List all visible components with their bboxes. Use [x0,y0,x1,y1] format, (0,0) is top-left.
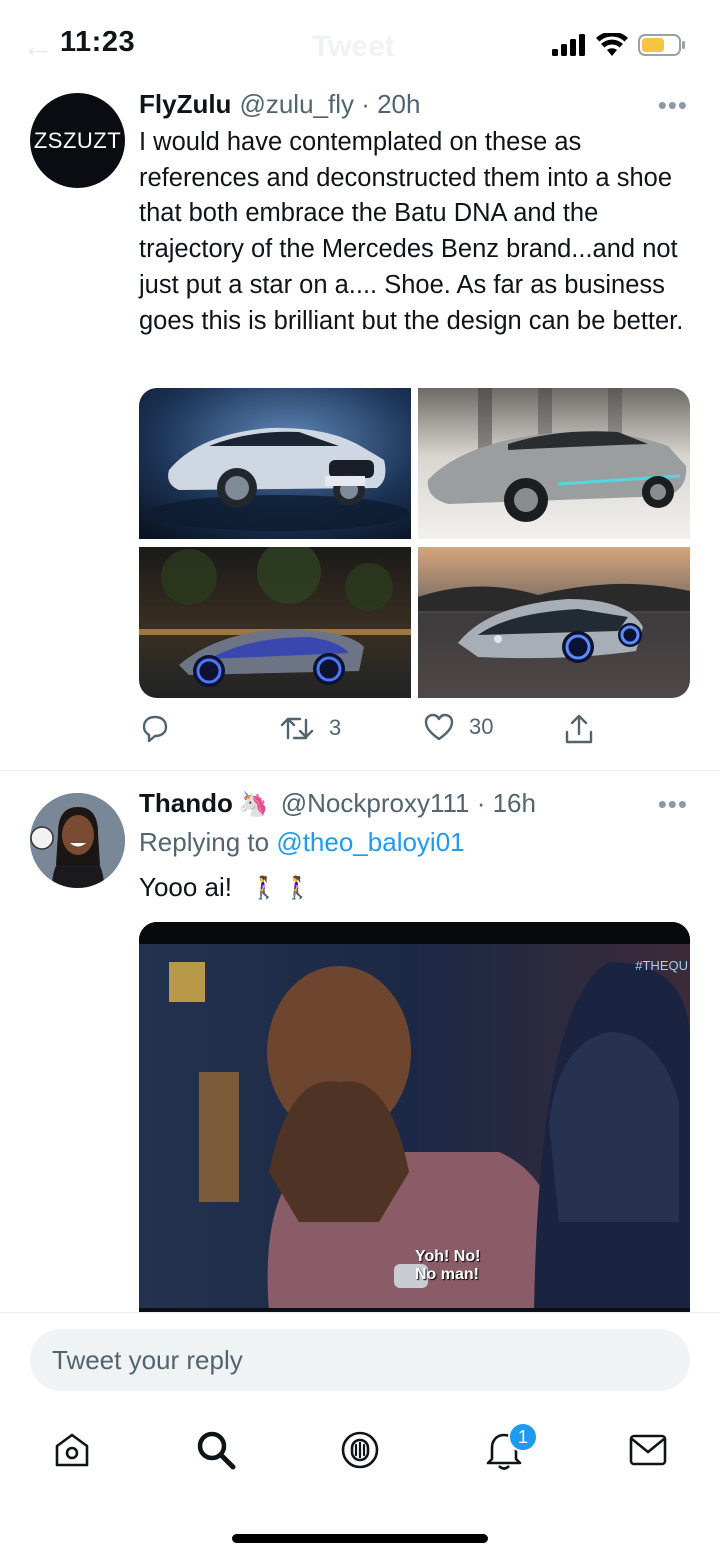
more-options-icon[interactable]: ••• [658,789,688,820]
tweet-image[interactable] [418,388,690,539]
car-photo-3 [139,547,411,698]
tweet[interactable]: ZSZUZT FlyZulu @zulu_fly · 20h ••• I wou… [0,0,720,770]
reply-input[interactable] [30,1329,690,1391]
search-icon [197,1431,236,1470]
envelope-icon [629,1434,667,1466]
more-options-icon[interactable]: ••• [658,90,688,121]
car-photo-2 [418,388,690,539]
notification-badge: 1 [508,1422,538,1452]
replying-to: Replying to @theo_baloyi01 [139,827,465,858]
tab-home[interactable] [50,1428,94,1472]
tab-search[interactable] [194,1428,238,1472]
retweet-button[interactable]: 3 [279,712,341,744]
video-hashtag: #THEQU [635,958,688,973]
tweet-image[interactable] [418,547,690,698]
tweet-text: I would have contemplated on these as re… [139,128,684,335]
tweet-header: Thando 🦄 @Nockproxy111 · 16h [139,788,536,822]
unicorn-emoji: 🦄 [238,791,269,818]
car-photo-1 [139,388,411,539]
avatar[interactable] [30,793,125,888]
tab-messages[interactable] [626,1428,670,1472]
tweet-header: FlyZulu @zulu_fly · 20h [139,89,420,123]
bottom-tab-bar: 1 [0,1408,720,1558]
home-indicator [232,1534,488,1543]
share-icon [565,714,593,744]
handle-time[interactable]: @zulu_fly · 20h [239,89,420,120]
retweet-icon [280,717,314,740]
replying-to-label: Replying to [139,827,270,857]
tweet-video[interactable]: #THEQU Yoh! No! No man! [139,922,690,1312]
replying-to-mention[interactable]: @theo_baloyi01 [276,827,464,857]
share-button[interactable] [563,712,595,746]
spaces-icon [341,1431,379,1469]
tweet-actions: 3 30 [139,712,609,748]
avatar[interactable]: ZSZUZT [30,93,125,188]
reply-icon [142,715,168,743]
display-name[interactable]: FlyZulu [139,89,231,120]
avatar-text: ZSZUZT [33,127,122,153]
reply-button[interactable] [139,712,171,744]
display-name[interactable]: Thando [139,788,233,819]
media-grid [139,388,690,698]
video-subtitle-text: Yoh! No! No man! [415,1248,481,1283]
like-button[interactable]: 30 [423,712,493,742]
tab-spaces[interactable] [338,1428,382,1472]
video-subtitle: Yoh! No! No man! [415,1248,480,1284]
avatar-photo [30,793,125,888]
tweet-text-body: Yooo ai! [139,872,233,902]
reply-bar [0,1312,720,1408]
handle-time[interactable]: @Nockproxy111 · 16h [281,788,536,819]
home-icon [55,1433,89,1467]
like-count: 30 [469,714,494,739]
car-photo-4 [418,547,690,698]
tab-notifications[interactable]: 1 [482,1422,538,1472]
tweet-image[interactable] [139,547,411,698]
heart-icon [424,713,454,741]
tweet-text: Yooo ai! 🚶‍♀️ 🚶‍♀️ [139,872,311,903]
tweet-image[interactable] [139,388,411,539]
walking-emoji: 🚶‍♀️ 🚶‍♀️ [250,874,311,900]
retweet-count: 3 [329,715,342,740]
